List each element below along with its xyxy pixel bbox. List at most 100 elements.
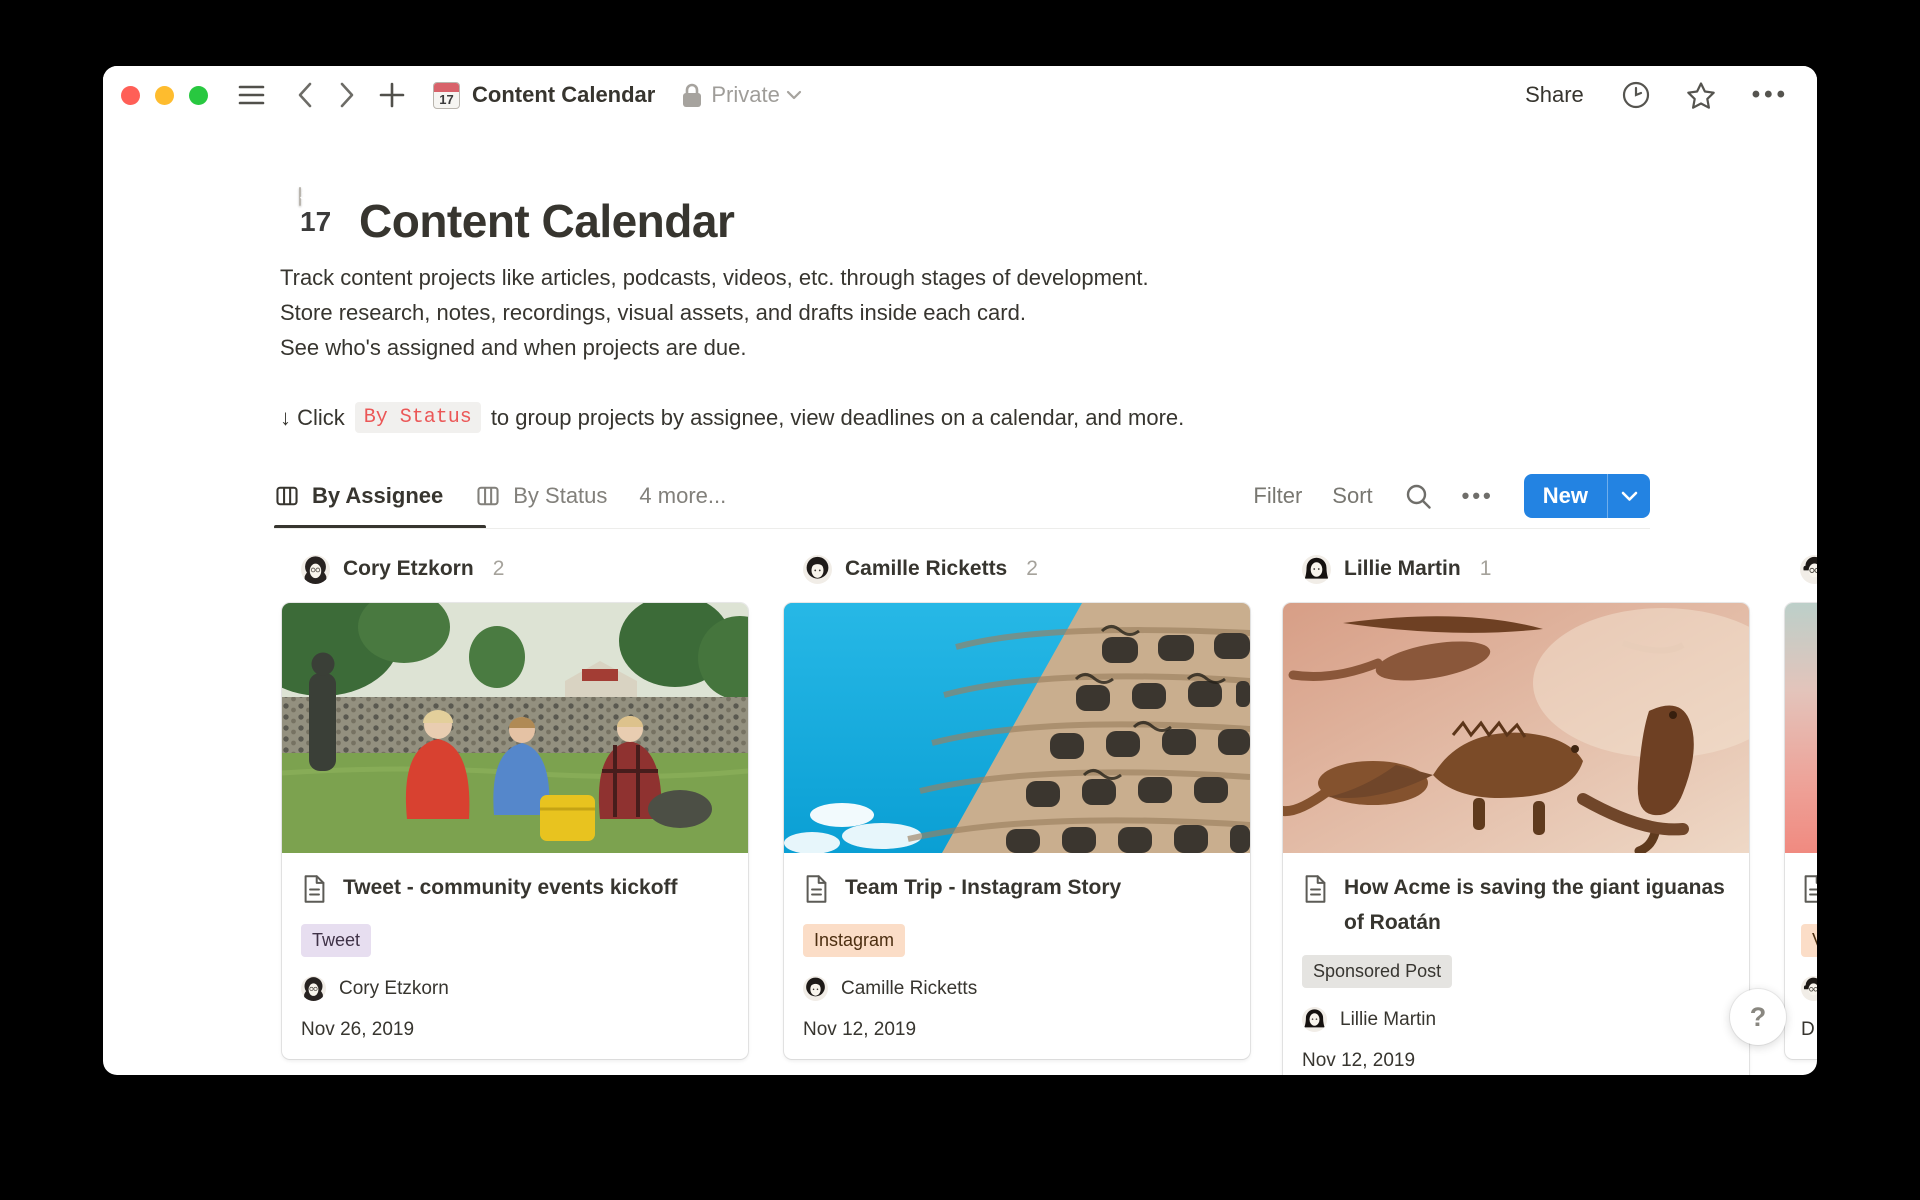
forward-button[interactable]: [339, 82, 355, 108]
card-iguanas-article[interactable]: How Acme is saving the giant iguanas of …: [1283, 603, 1749, 1075]
desktop-background: { "titlebar": { "title": "Content Calend…: [0, 0, 1920, 1200]
tag-sponsored-post: Sponsored Post: [1302, 955, 1452, 988]
column-count: 2: [493, 557, 505, 581]
page-document-icon: [803, 874, 830, 909]
tab-by-assignee[interactable]: By Assignee: [274, 483, 443, 509]
help-button[interactable]: ?: [1730, 989, 1786, 1045]
page-icon[interactable]: JUL 17: [299, 188, 301, 206]
instruction-line: ↓ Click By Status to group projects by a…: [280, 402, 1184, 433]
sidebar-menu-button[interactable]: [238, 84, 265, 106]
column-count: 2: [1026, 557, 1038, 581]
column-header[interactable]: [1785, 552, 1817, 586]
avatar-partial: [1801, 976, 1817, 1001]
favorite-button[interactable]: [1686, 81, 1716, 110]
tab-label: By Status: [513, 483, 607, 509]
avatar-camille-ricketts: [803, 555, 832, 584]
board-view-icon: [475, 483, 501, 509]
new-page-button[interactable]: [379, 82, 405, 108]
minimize-button[interactable]: [155, 86, 174, 105]
avatar-lillie-martin: [1302, 1007, 1327, 1032]
card-due-date: Nov 12, 2019: [803, 1019, 1230, 1041]
back-button[interactable]: [297, 82, 313, 108]
board-column-camille-ricketts: Camille Ricketts 2: [784, 534, 1250, 1059]
board-by-assignee: Cory Etzkorn 2: [103, 534, 1817, 1075]
card-tweet-community-events[interactable]: Tweet - community events kickoff Tweet C…: [282, 603, 748, 1059]
iguanas-photo: [1283, 603, 1749, 853]
card-assignee: [1801, 976, 1817, 1001]
notion-window: 17 Content Calendar Private Share ••• JU…: [103, 66, 1817, 1075]
titlebar-actions: Share •••: [1525, 81, 1789, 110]
more-views-button[interactable]: 4 more...: [639, 483, 726, 509]
search-button[interactable]: [1405, 483, 1432, 510]
chevron-right-icon: [339, 82, 355, 108]
column-header[interactable]: Lillie Martin 1: [1283, 552, 1749, 586]
share-button[interactable]: Share: [1525, 82, 1584, 108]
new-button[interactable]: New: [1524, 474, 1607, 518]
avatar-camille-ricketts: [803, 976, 828, 1001]
clock-icon: [1622, 81, 1650, 109]
card-assignee: Cory Etzkorn: [301, 976, 728, 1001]
collection-controls: Filter Sort ••• New: [1253, 474, 1650, 518]
page-document-icon: [301, 874, 328, 909]
assignee-name: Camille Ricketts: [841, 978, 977, 1000]
updates-button[interactable]: [1622, 81, 1650, 109]
collection-toolbar: By Assignee By Status 4 more... Filter S…: [274, 470, 1650, 522]
tab-by-status[interactable]: By Status: [475, 483, 607, 509]
more-options-button[interactable]: •••: [1752, 81, 1789, 109]
casa-mila-building-photo: [784, 603, 1250, 853]
card-title: Tweet - community events kickoff: [343, 870, 678, 909]
close-button[interactable]: [121, 86, 140, 105]
star-icon: [1686, 81, 1716, 110]
sort-button[interactable]: Sort: [1332, 483, 1372, 509]
board-column-partial: Video D: [1785, 534, 1817, 1059]
new-dropdown-button[interactable]: [1607, 474, 1650, 518]
column-count: 1: [1480, 557, 1492, 581]
tag-tweet: Tweet: [301, 924, 371, 957]
assignee-name: Cory Etzkorn: [339, 978, 449, 1000]
column-name: Lillie Martin: [1344, 557, 1461, 581]
titlebar-page-title[interactable]: Content Calendar: [472, 82, 655, 108]
card-body: How Acme is saving the giant iguanas of …: [1283, 853, 1749, 1075]
new-button-group: New: [1524, 474, 1650, 518]
column-name: Cory Etzkorn: [343, 557, 474, 581]
search-icon: [1405, 483, 1432, 510]
card-body: Video D: [1785, 853, 1817, 1059]
tag-video: Video: [1801, 924, 1817, 957]
column-name: Camille Ricketts: [845, 557, 1007, 581]
card-team-trip-instagram-story[interactable]: Team Trip - Instagram Story Instagram Ca…: [784, 603, 1250, 1059]
board-column-lillie-martin: Lillie Martin 1: [1283, 534, 1749, 1075]
by-status-code-chip: By Status: [355, 402, 481, 433]
avatar-cory-etzkorn: [301, 976, 326, 1001]
chevron-down-icon: [1621, 491, 1638, 502]
card-title: Team Trip - Instagram Story: [845, 870, 1121, 909]
column-header[interactable]: Camille Ricketts 2: [784, 552, 1250, 586]
festival-crowd-photo: [282, 603, 748, 853]
zoom-button[interactable]: [189, 86, 208, 105]
description-line: Store research, notes, recordings, visua…: [280, 295, 1149, 330]
tab-label: By Assignee: [312, 483, 443, 509]
card-body: Team Trip - Instagram Story Instagram Ca…: [784, 853, 1250, 1059]
privacy-label[interactable]: Private: [711, 82, 779, 108]
privacy-chevron-down-icon[interactable]: [786, 90, 802, 100]
filter-button[interactable]: Filter: [1253, 483, 1302, 509]
column-header[interactable]: Cory Etzkorn 2: [282, 552, 748, 586]
traffic-lights: [121, 86, 208, 105]
toolbar-divider: [274, 528, 1650, 529]
board-column-cory-etzkorn: Cory Etzkorn 2: [282, 534, 748, 1059]
instruction-suffix: to group projects by assignee, view dead…: [491, 405, 1184, 431]
hamburger-icon: [238, 84, 265, 106]
page-document-icon: [1302, 874, 1329, 940]
collection-more-button[interactable]: •••: [1462, 483, 1494, 509]
lock-icon: [681, 82, 703, 108]
avatar-cory-etzkorn: [301, 555, 330, 584]
card-due-date: Nov 12, 2019: [1302, 1050, 1729, 1072]
tag-instagram: Instagram: [803, 924, 905, 957]
card-partial[interactable]: Video D: [1785, 603, 1817, 1059]
card-body: Tweet - community events kickoff Tweet C…: [282, 853, 748, 1059]
avatar-partial: [1800, 555, 1817, 584]
board-view-icon: [274, 483, 300, 509]
card-assignee: Camille Ricketts: [803, 976, 1230, 1001]
description-line: See who's assigned and when projects are…: [280, 330, 1149, 365]
card-due-date: D: [1801, 1019, 1817, 1041]
description-line: Track content projects like articles, po…: [280, 260, 1149, 295]
